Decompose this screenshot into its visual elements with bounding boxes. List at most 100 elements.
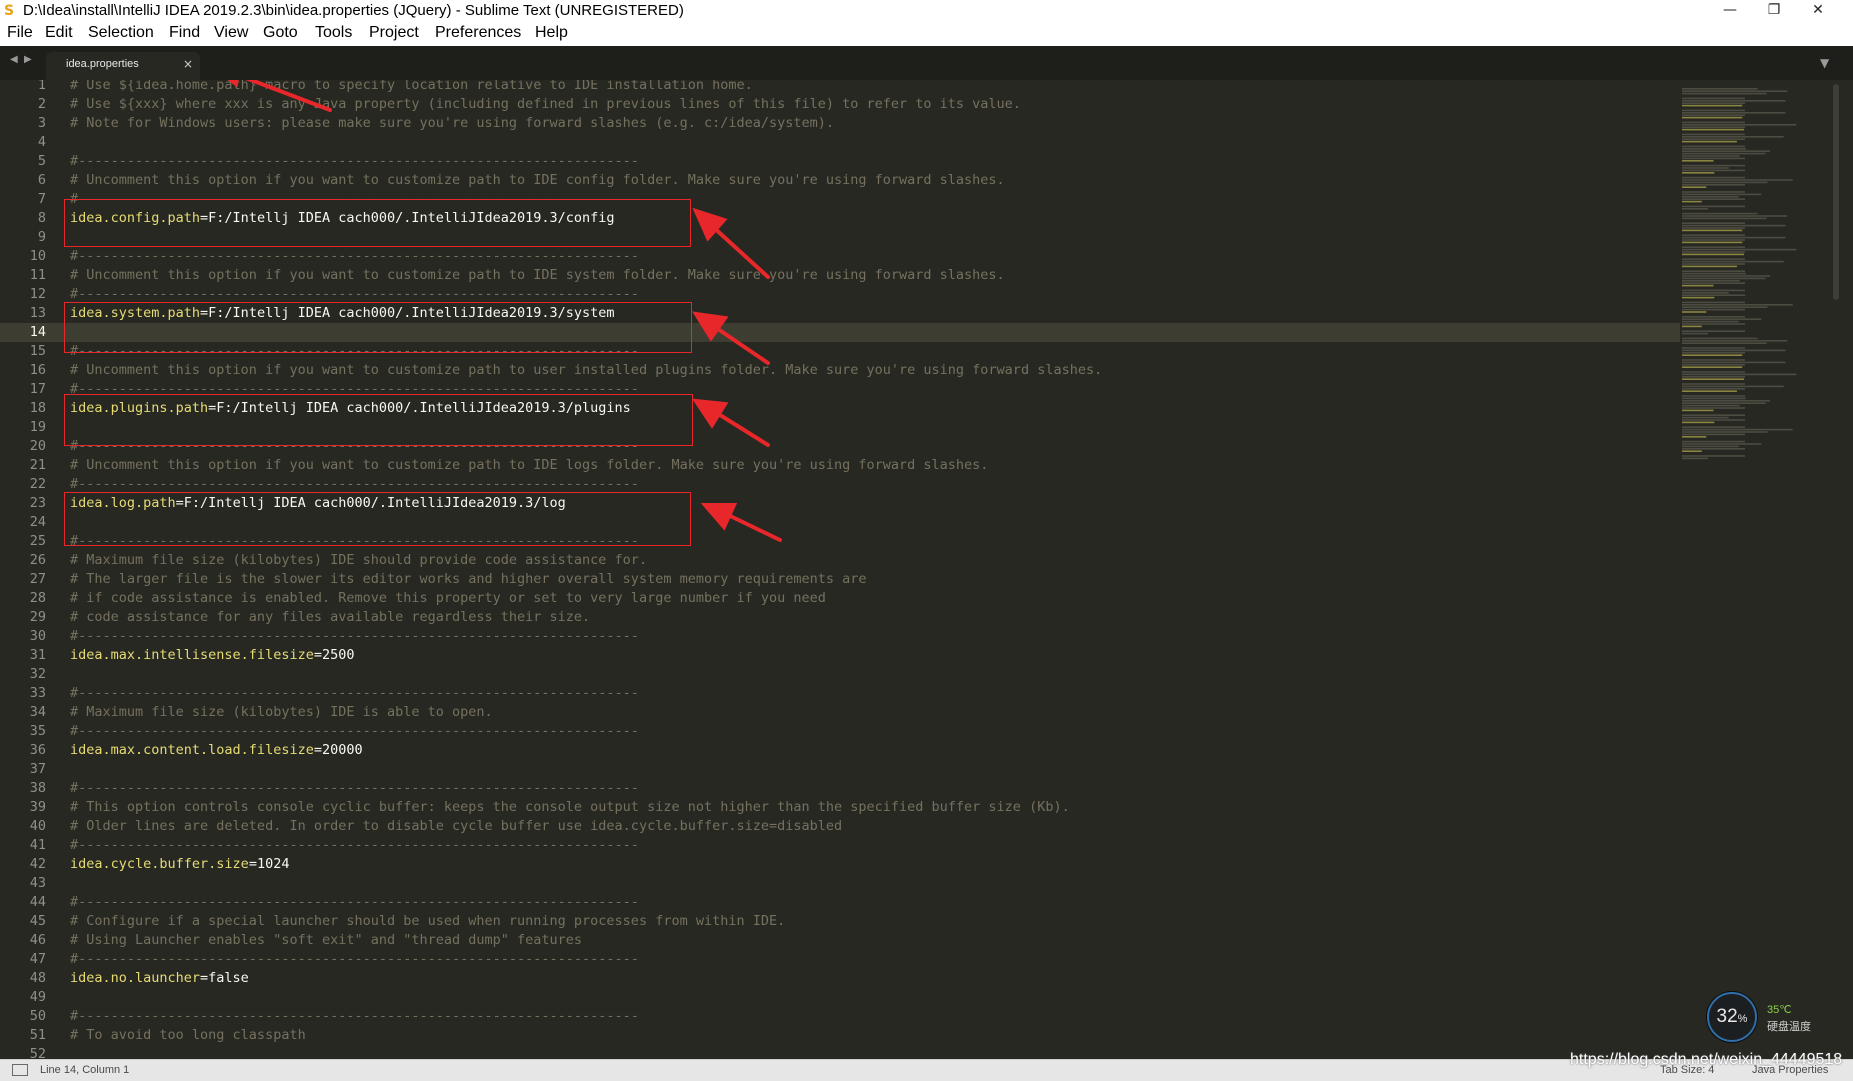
- menu-help[interactable]: Help: [535, 24, 568, 42]
- minimap-line: [1682, 400, 1771, 402]
- minimap-line: [1682, 150, 1771, 152]
- minimap-line: [1682, 124, 1797, 126]
- minimap-line: [1682, 258, 1745, 260]
- system-monitor-widget[interactable]: 32% 35℃ 硬盘温度: [1707, 992, 1819, 1046]
- minimap-line: [1682, 280, 1740, 282]
- panel-toggle-icon[interactable]: [12, 1064, 28, 1076]
- menu-view[interactable]: View: [214, 24, 248, 42]
- minimap-line: [1682, 260, 1784, 263]
- tab-back-icon[interactable]: ◀: [10, 54, 18, 65]
- minimap-line: [1682, 440, 1745, 443]
- minimap-line: [1682, 181, 1768, 184]
- minimap-line: [1682, 248, 1797, 251]
- minimap-line: [1682, 316, 1745, 318]
- usage-gauge: 32%: [1707, 992, 1757, 1042]
- minimap-line: [1682, 448, 1745, 450]
- minimap-line: [1682, 164, 1745, 167]
- minimap-line: [1682, 376, 1745, 378]
- minimap-line: [1682, 208, 1709, 210]
- minimap-line: [1682, 457, 1709, 460]
- minimap-line: [1682, 407, 1745, 409]
- minimize-button[interactable]: —: [1708, 0, 1752, 22]
- minimap-line: [1682, 140, 1737, 143]
- menu-tools[interactable]: Tools: [315, 24, 352, 42]
- window-title: D:\Idea\install\IntelliJ IDEA 2019.2.3\b…: [23, 2, 684, 19]
- minimap-line: [1682, 227, 1745, 229]
- minimap-line: [1682, 378, 1745, 380]
- minimap-line: [1682, 311, 1707, 313]
- minimap-line: [1682, 359, 1745, 361]
- minimap-line: [1682, 133, 1745, 136]
- minimap-line: [1682, 361, 1786, 364]
- menu-bar: File Edit Selection Find View Goto Tools…: [0, 22, 1853, 47]
- minimap-line: [1682, 253, 1745, 256]
- tab-label: idea.properties: [66, 58, 139, 70]
- minimap-line: [1682, 366, 1743, 368]
- minimap-line: [1682, 176, 1745, 179]
- menu-file[interactable]: File: [7, 24, 33, 42]
- minimap-line: [1682, 102, 1745, 104]
- minimap-line: [1682, 270, 1745, 272]
- minimap-line: [1682, 332, 1709, 335]
- minimap-line: [1682, 265, 1737, 268]
- minimap-line: [1682, 325, 1702, 328]
- minimap-line: [1682, 246, 1745, 248]
- code-editor[interactable]: 1 # Use ${idea.home.path} macro to specif…: [0, 80, 1853, 1059]
- minimap-line: [1682, 404, 1740, 407]
- minimap-line: [1682, 436, 1707, 438]
- tab-forward-icon[interactable]: ▶: [24, 54, 32, 65]
- minimap-line: [1682, 294, 1745, 296]
- minimap-line: [1682, 289, 1745, 292]
- minimap-line: [1682, 92, 1767, 95]
- menu-find[interactable]: Find: [169, 24, 200, 42]
- minimap-line: [1682, 193, 1762, 196]
- minimap-line: [1682, 236, 1786, 239]
- tab-close-icon[interactable]: ×: [183, 57, 193, 71]
- minimap-line: [1682, 318, 1762, 320]
- minimap-line: [1682, 275, 1771, 277]
- minimap-line: [1682, 320, 1739, 323]
- tab-dropdown-icon[interactable]: ▼: [1820, 56, 1829, 70]
- minimap-line: [1682, 330, 1745, 332]
- menu-goto[interactable]: Goto: [263, 24, 298, 42]
- minimap-line: [1682, 155, 1740, 157]
- minimap-line: [1682, 109, 1745, 112]
- minimap-line: [1682, 136, 1784, 138]
- minimap-line: [1682, 337, 1758, 340]
- minimap-line: [1682, 112, 1786, 114]
- minimap-line: [1682, 148, 1746, 150]
- scrollbar-thumb[interactable]: [1833, 84, 1839, 300]
- watermark: https://blog.csdn.net/weixin_44449518: [1570, 1051, 1843, 1068]
- tab-bar: ◀ ▶ idea.properties × ▼: [0, 46, 1853, 80]
- menu-edit[interactable]: Edit: [45, 24, 73, 42]
- minimap-line: [1682, 397, 1746, 400]
- minimap-line: [1682, 160, 1714, 162]
- maximize-button[interactable]: ❐: [1752, 0, 1796, 22]
- minimap-line: [1682, 323, 1745, 325]
- menu-preferences[interactable]: Preferences: [435, 24, 521, 42]
- minimap-line: [1682, 222, 1745, 224]
- title-bar: S D:\Idea\install\IntelliJ IDEA 2019.2.3…: [0, 0, 1853, 22]
- minimap-line: [1682, 104, 1743, 107]
- minimap-line: [1682, 455, 1745, 457]
- minimap-line: [1682, 342, 1767, 344]
- minimap-line: [1682, 224, 1786, 227]
- close-window-button[interactable]: ✕: [1796, 0, 1840, 22]
- minimap-line: [1682, 296, 1715, 299]
- minimap-line: [1682, 373, 1797, 376]
- minimap-line: [1682, 445, 1739, 448]
- minimap-line: [1682, 186, 1707, 188]
- menu-selection[interactable]: Selection: [88, 24, 154, 42]
- minimap-line: [1682, 241, 1743, 244]
- minimap-line: [1682, 352, 1745, 354]
- minimap-line: [1682, 450, 1702, 452]
- minimap-line: [1682, 364, 1745, 366]
- minimap-line: [1682, 409, 1714, 412]
- tab-idea-properties[interactable]: idea.properties ×: [46, 52, 200, 80]
- minimap-line: [1682, 390, 1737, 392]
- vertical-scrollbar[interactable]: [1830, 80, 1844, 1059]
- minimap[interactable]: [1678, 80, 1813, 1059]
- menu-project[interactable]: Project: [369, 24, 419, 42]
- minimap-line: [1682, 128, 1745, 131]
- minimap-line: [1682, 277, 1766, 280]
